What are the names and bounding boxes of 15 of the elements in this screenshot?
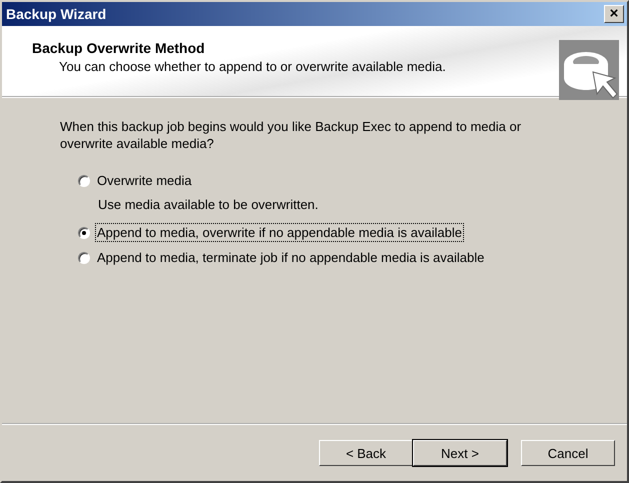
close-button[interactable]: × [604, 5, 624, 23]
option-label[interactable]: Append to media, overwrite if no appendable media is available [96, 224, 463, 241]
question-text: When this backup job begins would you like Backup Exec to append to media or overwrite available media? [60, 118, 522, 152]
radio-button[interactable] [78, 252, 90, 264]
radio-button[interactable] [78, 174, 90, 186]
option-label[interactable]: Overwrite media [96, 172, 193, 189]
wizard-button[interactable]: < Back [319, 440, 413, 466]
window-title: Backup Wizard [6, 6, 106, 22]
option-description: Use media available to be overwritten. [98, 197, 320, 212]
page-subtitle: You can choose whether to append to or overwrite available media. [58, 59, 446, 74]
option-label[interactable]: Append to media, terminate job if no appendable media is available [96, 249, 486, 266]
page-title: Backup Overwrite Method [32, 40, 206, 56]
wizard-button[interactable]: Next > [413, 440, 507, 466]
radio-button[interactable] [78, 226, 90, 238]
wizard-button[interactable]: Cancel [521, 440, 615, 466]
